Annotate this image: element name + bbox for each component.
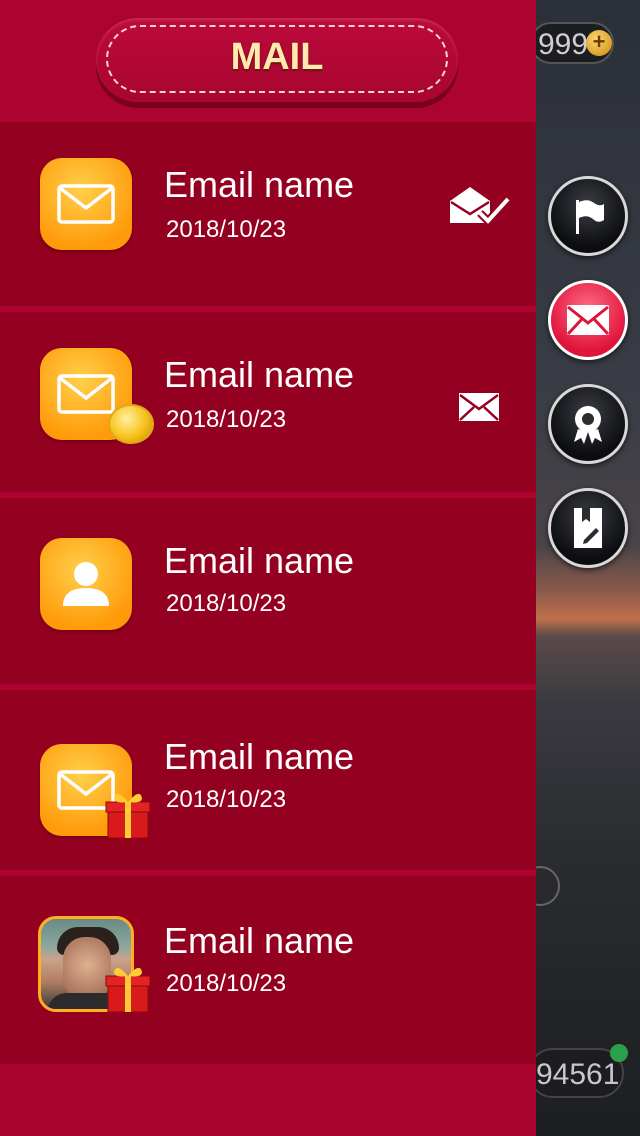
gift-icon [105,793,151,839]
mail-name: Email name [164,540,355,581]
add-coins-button[interactable]: + [586,30,612,56]
gift-icon [105,967,151,1013]
mail-name: Email name [164,164,355,205]
mail-button[interactable] [548,280,628,360]
award-icon [574,406,602,444]
mail-panel: MAIL Email name 2018/10/23 Email name 20… [0,0,536,1136]
flag-button[interactable] [548,176,628,256]
unread-icon [448,384,510,430]
mail-date: 2018/10/23 [166,590,287,617]
read-icon [448,182,510,228]
mail-date: 2018/10/23 [166,970,287,997]
mail-name: Email name [164,736,355,777]
edit-button[interactable] [548,488,628,568]
mail-header: MAIL [0,0,536,122]
mail-date: 2018/10/23 [166,786,287,813]
mail-date: 2018/10/23 [166,406,287,433]
mail-icon [566,305,610,336]
mail-name: Email name [164,354,355,395]
clover-icon [610,1044,628,1062]
envelope-icon [40,158,132,250]
title-banner: MAIL [96,18,458,102]
background-scene [536,0,640,1136]
coin-icon [108,404,154,444]
mail-item[interactable]: Email name 2018/10/23 [0,122,536,312]
mail-item[interactable]: Email name 2018/10/23 [0,690,536,876]
score-value: 94561 [536,1058,620,1091]
page-title: MAIL [230,36,324,78]
mail-name: Email name [164,920,355,961]
edit-icon [574,508,602,548]
mail-item[interactable]: Email name 2018/10/23 [0,498,536,690]
flag-icon [576,200,604,234]
mail-item[interactable]: Email name 2018/10/23 [0,312,536,498]
coin-value: 999 [538,28,589,61]
mail-date: 2018/10/23 [166,216,287,243]
user-icon [40,538,132,630]
award-button[interactable] [548,384,628,464]
